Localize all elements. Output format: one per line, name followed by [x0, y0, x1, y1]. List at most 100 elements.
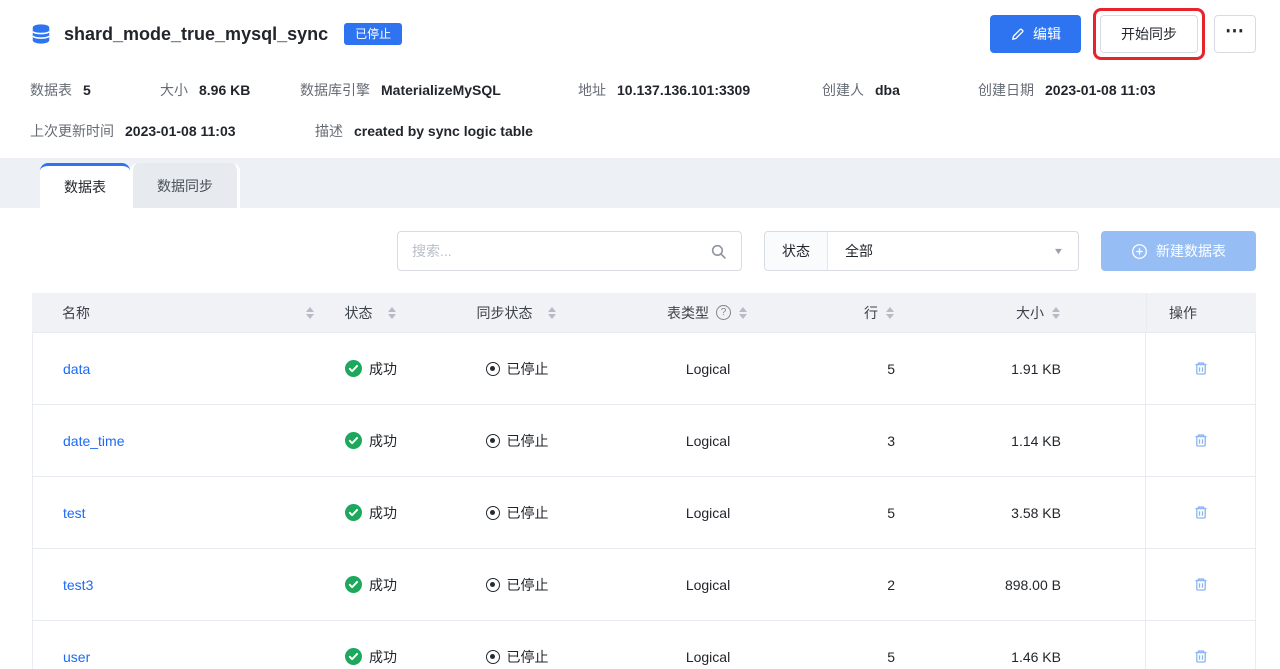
sync-status-text: 已停止 — [506, 648, 549, 665]
row-count: 5 — [887, 648, 895, 665]
table-header: 名称 状态 同步状态 表类型 ? 行 大小 操作 — [32, 293, 1256, 333]
create-table-button[interactable]: 新建数据表 — [1101, 231, 1256, 271]
column-header-sync-status: 同步状态 — [420, 303, 612, 323]
status-filter-label: 状态 — [765, 232, 828, 270]
table-name-link[interactable]: date_time — [63, 433, 124, 449]
column-header-table-type: 表类型 ? — [612, 303, 802, 323]
table-size: 1.14 KB — [1011, 432, 1061, 449]
more-actions-button[interactable]: ⋯ — [1214, 15, 1256, 53]
status-text: 成功 — [369, 360, 397, 377]
delete-icon[interactable] — [1193, 360, 1209, 377]
meta-address: 地址 10.137.136.101:3309 — [578, 82, 751, 98]
search-input[interactable] — [412, 243, 702, 259]
sort-icon[interactable] — [886, 306, 894, 319]
status-text: 成功 — [369, 648, 397, 665]
table-type: Logical — [685, 648, 731, 665]
meta-row-2: 上次更新时间 2023-01-08 11:03 描述 created by sy… — [30, 121, 1256, 141]
table-type: Logical — [685, 504, 731, 521]
create-table-button-label: 新建数据表 — [1156, 243, 1226, 259]
success-icon — [345, 576, 362, 593]
table-row: user 成功 已停止 Logical 5 1.46 KB — [33, 621, 1255, 669]
stopped-icon — [485, 577, 500, 592]
delete-icon[interactable] — [1193, 648, 1209, 665]
table-name-link[interactable]: test3 — [63, 577, 93, 593]
table-row: test 成功 已停止 Logical 5 3.58 KB — [33, 477, 1255, 549]
column-header-rows: 行 — [802, 303, 912, 323]
meta-last-updated: 上次更新时间 2023-01-08 11:03 — [30, 123, 236, 139]
pencil-icon — [1010, 27, 1025, 42]
meta-creator: 创建人 dba — [822, 82, 900, 98]
sync-status-text: 已停止 — [506, 504, 549, 521]
stopped-icon — [485, 505, 500, 520]
success-icon — [345, 648, 362, 665]
meta-size: 大小 8.96 KB — [160, 82, 251, 98]
status-filter-select[interactable]: 全部 ▼ — [828, 232, 1078, 270]
edit-button-label: 编辑 — [1033, 26, 1061, 42]
database-detail-page: { "header": { "title": "shard_mode_true_… — [0, 8, 1280, 669]
search-icon — [710, 243, 727, 260]
column-header-name: 名称 — [32, 303, 320, 323]
status-text: 成功 — [369, 576, 397, 593]
table-toolbar: 状态 全部 ▼ 新建数据表 — [0, 231, 1256, 271]
status-text: 成功 — [369, 432, 397, 449]
search-box[interactable] — [397, 231, 742, 271]
tab-data-sync[interactable]: 数据同步 — [130, 163, 240, 208]
sync-status-text: 已停止 — [506, 360, 549, 377]
sync-status-text: 已停止 — [506, 576, 549, 593]
table-row: data 成功 已停止 Logical 5 1.91 KB — [33, 333, 1255, 405]
column-header-actions: 操作 — [1146, 293, 1256, 332]
tab-data-tables[interactable]: 数据表 — [40, 163, 130, 208]
delete-icon[interactable] — [1193, 504, 1209, 521]
meta-created-date: 创建日期 2023-01-08 11:03 — [978, 82, 1156, 98]
table-name-link[interactable]: test — [63, 505, 86, 521]
meta-description: 描述 created by sync logic table — [315, 123, 533, 139]
meta-table-count: 数据表 5 — [30, 82, 91, 98]
help-icon[interactable]: ? — [716, 305, 731, 320]
table-name-link[interactable]: user — [63, 649, 90, 665]
database-icon — [30, 23, 52, 45]
status-filter-value: 全部 — [845, 243, 873, 259]
table-type: Logical — [685, 576, 731, 593]
sort-icon[interactable] — [306, 306, 314, 319]
tab-bar: 数据表 数据同步 — [0, 158, 1280, 208]
table-name-link[interactable]: data — [63, 361, 90, 377]
delete-icon[interactable] — [1193, 576, 1209, 593]
sort-icon[interactable] — [1052, 306, 1060, 319]
start-sync-button[interactable]: 开始同步 — [1100, 15, 1198, 53]
plus-circle-icon — [1131, 243, 1148, 260]
sync-status-text: 已停止 — [506, 432, 549, 449]
success-icon — [345, 360, 362, 377]
annotation-highlight: 开始同步 — [1093, 8, 1205, 60]
data-table: 名称 状态 同步状态 表类型 ? 行 大小 操作 data 成功 已停止 Log… — [32, 293, 1256, 669]
edit-button[interactable]: 编辑 — [990, 15, 1081, 53]
page-header: shard_mode_true_mysql_sync 已停止 编辑 开始同步 ⋯… — [0, 8, 1280, 141]
row-count: 3 — [887, 432, 895, 449]
success-icon — [345, 504, 362, 521]
stopped-icon — [485, 361, 500, 376]
chevron-down-icon: ▼ — [1052, 246, 1065, 256]
table-type: Logical — [685, 360, 731, 377]
status-badge: 已停止 — [344, 23, 403, 45]
delete-icon[interactable] — [1193, 432, 1209, 449]
table-type: Logical — [685, 432, 731, 449]
row-count: 5 — [887, 360, 895, 377]
meta-row-1: 数据表 5 大小 8.96 KB 数据库引擎 MaterializeMySQL … — [30, 80, 1256, 100]
table-size: 3.58 KB — [1011, 504, 1061, 521]
column-header-status: 状态 — [320, 303, 420, 323]
success-icon — [345, 432, 362, 449]
page-title: shard_mode_true_mysql_sync — [64, 23, 329, 44]
meta-engine: 数据库引擎 MaterializeMySQL — [300, 82, 501, 98]
table-size: 1.91 KB — [1011, 360, 1061, 377]
table-row: test3 成功 已停止 Logical 2 898.00 B — [33, 549, 1255, 621]
sort-icon[interactable] — [547, 306, 556, 319]
status-text: 成功 — [369, 504, 397, 521]
sort-icon[interactable] — [387, 306, 396, 319]
table-row: date_time 成功 已停止 Logical 3 1.14 KB — [33, 405, 1255, 477]
title-row: shard_mode_true_mysql_sync 已停止 编辑 开始同步 ⋯ — [30, 8, 1256, 60]
sort-icon[interactable] — [739, 306, 747, 319]
stopped-icon — [485, 649, 500, 664]
row-count: 2 — [887, 576, 895, 593]
table-size: 898.00 B — [1004, 576, 1061, 593]
status-filter: 状态 全部 ▼ — [764, 231, 1079, 271]
table-size: 1.46 KB — [1011, 648, 1061, 665]
